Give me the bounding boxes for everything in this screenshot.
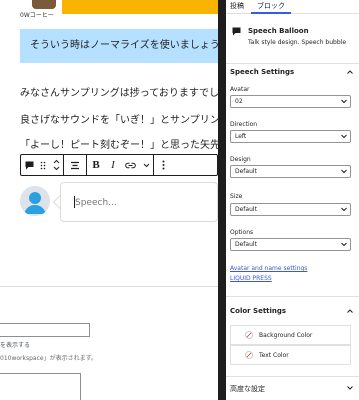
panel-separator — [226, 296, 359, 297]
tab-post[interactable]: 投稿 — [230, 1, 244, 11]
text-caret — [74, 196, 75, 208]
design-select[interactable]: Default — [230, 165, 351, 178]
block-description: Talk style design. Speech bubble — [248, 39, 347, 46]
direction-value: Left — [235, 133, 247, 140]
meta-textarea[interactable] — [0, 373, 81, 400]
options-label: Options — [230, 229, 254, 236]
color-settings-toggle[interactable]: Color Settings — [226, 303, 359, 319]
speech-placeholder: Speech... — [75, 198, 117, 208]
speech-settings-toggle[interactable]: Speech Settings — [226, 64, 359, 80]
panel-title: 高度な設定 — [230, 385, 265, 393]
chevron-up-icon — [347, 70, 353, 74]
avatar[interactable] — [20, 186, 50, 216]
avatar-value: 02 — [235, 98, 243, 105]
sidebar-tabs: 投稿 ブロック — [226, 0, 359, 14]
background-color-label: Background Color — [259, 332, 313, 339]
chevron-down-icon — [347, 386, 353, 390]
paragraph-block[interactable]: 良さげなサウンドを「いぎ！」とサンプリングして — [20, 111, 218, 126]
tab-block[interactable]: ブロック — [251, 1, 291, 14]
meta-help-text: 010workspace」が表示されます。 — [0, 355, 97, 362]
chevron-down-icon — [341, 207, 347, 212]
paragraph-block[interactable]: みなさんサンプリングは捗っておりますでしょうか — [20, 84, 218, 99]
liquid-press-link[interactable]: LIQUID PRESS — [230, 275, 272, 282]
avatar-select[interactable]: 02 — [230, 95, 351, 108]
italic-button[interactable]: I — [105, 155, 121, 175]
block-toolbar: B I — [20, 154, 218, 176]
options-select[interactable]: Default — [230, 238, 351, 251]
paragraph-block[interactable]: 「よーし！ピート刻むぞー！」と思った矢先に、 — [20, 136, 218, 151]
design-value: Default — [235, 168, 257, 175]
speech-bubble-icon — [232, 27, 241, 36]
chevron-down-icon — [341, 99, 347, 104]
text-color-button[interactable]: Text Color — [230, 345, 351, 365]
options-value: Default — [235, 241, 257, 248]
panel-divider — [218, 0, 226, 400]
speaker-avatar-image — [32, 0, 56, 9]
size-label: Size — [230, 193, 243, 200]
drag-handle-icon[interactable] — [37, 155, 49, 175]
move-up-down-icon[interactable] — [49, 155, 63, 175]
chevron-down-icon — [341, 242, 347, 247]
align-icon[interactable] — [64, 155, 86, 175]
design-label: Design — [230, 156, 251, 163]
size-select[interactable]: Default — [230, 203, 351, 216]
text-color-label: Text Color — [259, 352, 289, 359]
panel-title: Speech Settings — [230, 68, 295, 76]
background-color-button[interactable]: Background Color — [230, 325, 351, 345]
chevron-up-icon — [347, 309, 353, 313]
speech-block-icon[interactable] — [21, 155, 37, 175]
speaker-name: 0Wコーヒー — [20, 12, 54, 19]
direction-label: Direction — [230, 121, 258, 128]
size-value: Default — [235, 206, 257, 213]
block-card: Speech Balloon Talk style design. Speech… — [226, 14, 359, 64]
link-icon[interactable] — [121, 155, 139, 175]
notice-block[interactable]: そういう時はノーマライズを使いましょう。 — [20, 29, 218, 63]
direction-select[interactable]: Left — [230, 130, 351, 143]
chevron-down-icon[interactable] — [139, 155, 153, 175]
avatar-settings-link[interactable]: Avatar and name settings — [230, 265, 307, 272]
panel-title: Color Settings — [230, 307, 287, 315]
speech-input[interactable]: Speech... — [60, 182, 218, 222]
highlight-block[interactable] — [62, 0, 218, 14]
block-title: Speech Balloon — [248, 27, 309, 35]
settings-sidebar: 投稿 ブロック Speech Balloon Talk style design… — [226, 0, 359, 400]
chevron-down-icon — [341, 134, 347, 139]
meta-checkbox-label: を表示する — [0, 342, 31, 349]
more-vertical-icon[interactable] — [154, 155, 172, 175]
editor-canvas[interactable]: 0Wコーヒー そういう時はノーマライズを使いましょう。 みなさんサンプリングは捗… — [0, 0, 218, 400]
panel-separator — [226, 376, 359, 377]
editor-divider — [0, 286, 218, 287]
meta-text-input[interactable] — [0, 323, 90, 337]
color-swatch-icon — [245, 331, 253, 339]
bold-button[interactable]: B — [87, 155, 105, 175]
chevron-down-icon — [341, 169, 347, 174]
advanced-settings-toggle[interactable]: 高度な設定 — [226, 380, 359, 396]
color-swatch-icon — [245, 351, 253, 359]
avatar-label: Avatar — [230, 86, 250, 93]
